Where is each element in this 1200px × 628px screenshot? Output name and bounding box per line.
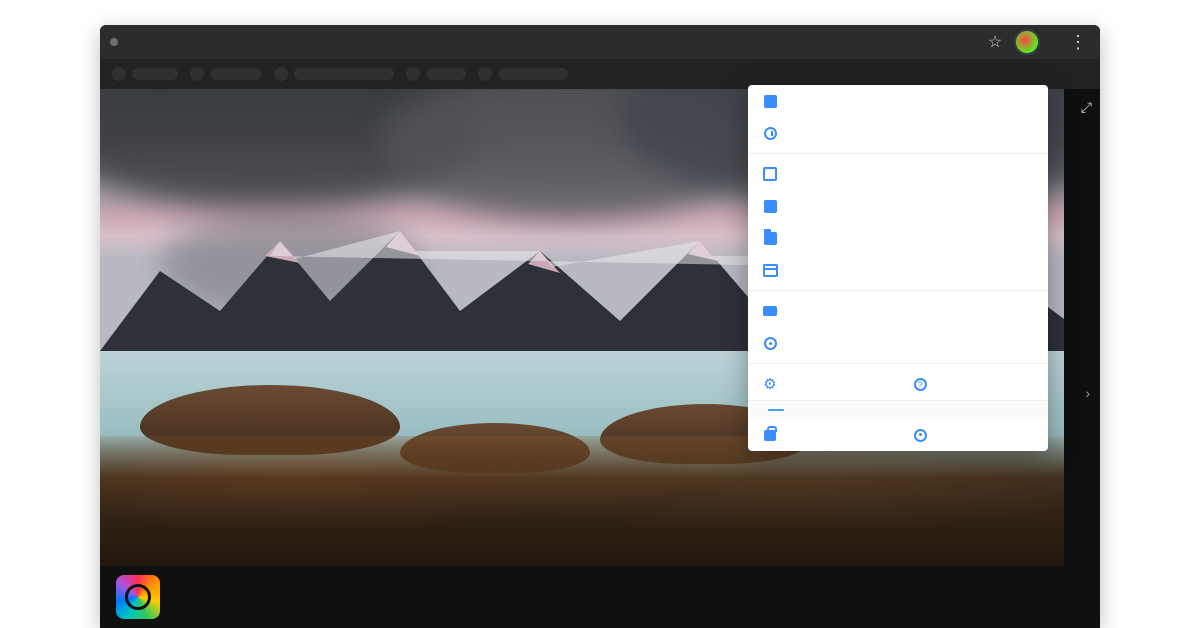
bookmark-item[interactable]: [426, 68, 466, 80]
menu-capture-desktop[interactable]: [748, 254, 1048, 286]
menu-capture-entire[interactable]: [748, 190, 1048, 222]
bookmark-star-icon[interactable]: ☆: [982, 32, 1008, 52]
exit-fullscreen-icon[interactable]: ⤢: [1081, 99, 1092, 116]
separator: [748, 153, 1048, 154]
selection-icon: [762, 166, 778, 182]
briefcase-icon: [762, 427, 778, 443]
browser-window: ☆ ⋮: [100, 25, 1100, 628]
menu-my-recordings[interactable]: [748, 327, 1048, 359]
menu-options[interactable]: ⚙: [748, 368, 898, 400]
separator: [748, 363, 1048, 364]
caption-bar: [100, 566, 1100, 628]
help-icon: ?: [912, 376, 928, 392]
disc-icon: [762, 335, 778, 351]
menu-record-screen[interactable]: [748, 295, 1048, 327]
tab-indicator-icon: [110, 38, 118, 46]
menu-my-projects[interactable]: [748, 419, 898, 451]
bookmark-item[interactable]: [294, 68, 394, 80]
awesome-screenshot-logo-icon: [116, 575, 160, 619]
menu-delayed-capture[interactable]: [748, 117, 1048, 149]
user-row: [748, 400, 1048, 419]
awesome-screenshot-extension-icon[interactable]: [1014, 29, 1040, 55]
bookmark-item[interactable]: [190, 67, 204, 81]
bookmark-item[interactable]: [112, 67, 126, 81]
menu-help[interactable]: ?: [898, 368, 1048, 400]
gear-icon: ⚙: [762, 376, 778, 392]
upgrade-badge[interactable]: [768, 409, 784, 411]
folder-icon: [762, 230, 778, 246]
browser-menu-icon[interactable]: ⋮: [1066, 33, 1090, 51]
bookmark-item[interactable]: [210, 68, 262, 80]
chevron-right-icon[interactable]: ›: [1085, 385, 1090, 401]
address-bar: ☆ ⋮: [100, 25, 1100, 59]
extension-popup: ⚙ ?: [748, 85, 1048, 451]
bookmark-item[interactable]: [406, 67, 420, 81]
menu-capture-selected[interactable]: [748, 158, 1048, 190]
user-icon: [912, 427, 928, 443]
bookmark-item[interactable]: [274, 67, 288, 81]
separator: [748, 290, 1048, 291]
bookmark-item[interactable]: [478, 67, 492, 81]
menu-select-local[interactable]: [748, 222, 1048, 254]
bookmark-item[interactable]: [132, 68, 178, 80]
camera-icon: [762, 303, 778, 319]
viewport-right-strip: [1064, 89, 1100, 566]
window-icon: [762, 262, 778, 278]
menu-account[interactable]: [898, 419, 1048, 451]
menu-capture-visible[interactable]: [748, 85, 1048, 117]
timer-icon: [762, 125, 778, 141]
bookmark-item[interactable]: [498, 68, 568, 80]
monitor-icon: [762, 93, 778, 109]
page-icon: [762, 198, 778, 214]
